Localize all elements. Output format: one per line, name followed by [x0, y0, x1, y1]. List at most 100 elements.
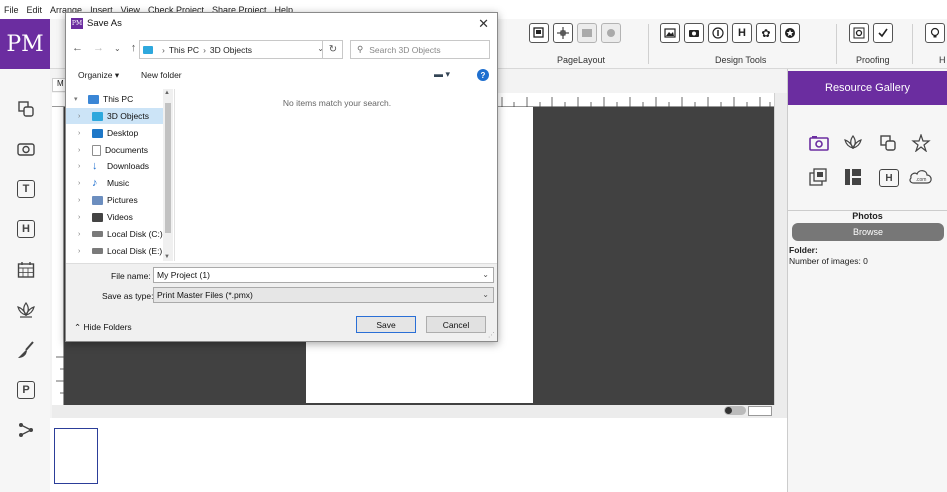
shapes-gallery-icon[interactable] — [878, 134, 898, 152]
chevron-right-icon[interactable]: › — [78, 147, 88, 154]
tree-item-downloads[interactable]: › ↓ Downloads — [66, 158, 172, 174]
text-tool-icon[interactable]: T — [17, 180, 35, 198]
music-icon: ♪ — [92, 177, 98, 189]
up-arrow-icon[interactable]: ↑ — [131, 42, 137, 54]
ribbon-separator — [836, 24, 837, 64]
organize-menu[interactable]: Organize ▾ — [78, 70, 119, 81]
save-button[interactable]: Save — [356, 316, 416, 333]
3d-objects-folder-icon — [143, 45, 153, 54]
tree-item-local-disk-c[interactable]: › Local Disk (C:) — [66, 226, 172, 242]
pane-divider[interactable] — [174, 89, 175, 261]
page-layout-icon[interactable] — [529, 23, 549, 43]
browse-button[interactable]: Browse — [792, 223, 944, 241]
scroll-down-icon[interactable]: ▼ — [164, 254, 170, 260]
menu-file[interactable]: File — [4, 5, 19, 15]
star-badge-icon[interactable] — [780, 23, 800, 43]
menu-edit[interactable]: Edit — [27, 5, 43, 15]
chevron-up-icon: ⌃ — [74, 322, 82, 332]
app-logo: PM — [0, 19, 50, 69]
search-box[interactable]: ⚲ Search 3D Objects — [350, 40, 490, 59]
flower-icon[interactable]: ✿ — [756, 23, 776, 43]
chevron-right-icon[interactable]: › — [78, 180, 88, 187]
3d-objects-icon — [92, 111, 103, 121]
folder-tree-scrollbar[interactable]: ▲ ▼ — [163, 89, 173, 261]
tree-item-local-disk-e[interactable]: › Local Disk (E:) — [66, 243, 172, 259]
tree-item-desktop[interactable]: › Desktop — [66, 125, 172, 141]
recent-locations-icon[interactable]: ⌄ — [114, 44, 121, 54]
canvas-vertical-scrollbar[interactable] — [774, 93, 787, 405]
lotus-tool-icon[interactable] — [15, 299, 37, 321]
proof-view-icon[interactable] — [849, 23, 869, 43]
refresh-icon[interactable]: ↻ — [322, 40, 343, 59]
view-options-icon[interactable]: ▬ ▾ — [434, 69, 450, 80]
spellcheck-icon[interactable] — [873, 23, 893, 43]
chevron-down-icon[interactable]: ⌄ — [482, 270, 489, 279]
chevron-right-icon[interactable]: › — [78, 163, 88, 170]
zoom-field[interactable] — [748, 406, 772, 416]
tree-item-3d-objects[interactable]: › 3D Objects — [66, 108, 172, 124]
chevron-down-icon[interactable]: ⌄ — [482, 290, 489, 299]
web-gallery-icon[interactable]: .com — [908, 168, 934, 186]
chevron-right-icon[interactable]: › — [78, 130, 88, 137]
address-bar[interactable]: › This PC › 3D Objects ⌄ — [139, 40, 343, 59]
zoom-toggle[interactable] — [724, 406, 746, 415]
cancel-button[interactable]: Cancel — [426, 316, 486, 333]
file-name-value: My Project (1) — [157, 270, 210, 280]
chevron-right-icon[interactable]: › — [78, 214, 88, 221]
chevron-right-icon[interactable]: › — [78, 113, 88, 120]
image-icon[interactable] — [660, 23, 680, 43]
new-folder-button[interactable]: New folder — [141, 70, 182, 80]
publish-tool-icon[interactable]: P — [17, 381, 35, 399]
camera-tool-icon[interactable] — [15, 138, 37, 160]
share-tool-icon[interactable] — [15, 419, 37, 441]
info-shape-icon[interactable] — [708, 23, 728, 43]
save-as-type-select[interactable]: Print Master Files (*.pmx) ⌄ — [153, 287, 494, 303]
designtools-group: H ✿ — [660, 23, 800, 43]
tree-item-videos[interactable]: › Videos — [66, 209, 172, 225]
guides-icon[interactable] — [553, 23, 573, 43]
breadcrumb-this-pc[interactable]: This PC — [169, 45, 199, 55]
proofing-group — [849, 23, 893, 43]
ribbon-separator — [648, 24, 649, 64]
camera-icon[interactable] — [684, 23, 704, 43]
resize-grip-icon[interactable]: ⋰ — [488, 331, 495, 339]
chevron-right-icon[interactable]: › — [78, 197, 88, 204]
chevron-right-icon[interactable]: › — [78, 248, 88, 255]
desktop-icon — [92, 128, 103, 138]
background-icon — [577, 23, 597, 43]
scroll-up-icon[interactable]: ▲ — [164, 90, 170, 96]
chevron-down-icon[interactable]: ▾ — [74, 95, 84, 103]
forward-arrow-icon: → — [93, 42, 104, 54]
proofing-label: Proofing — [856, 55, 890, 65]
lightbulb-icon[interactable] — [925, 23, 945, 43]
brush-tool-icon[interactable] — [15, 339, 37, 361]
hide-folders-button[interactable]: ⌃ Hide Folders — [74, 322, 132, 333]
chevron-right-icon[interactable]: › — [78, 231, 88, 238]
scrollbar-thumb[interactable] — [165, 103, 171, 233]
file-name-input[interactable]: My Project (1) ⌄ — [153, 267, 494, 283]
photos-gallery-icon[interactable] — [809, 134, 829, 152]
headline-tool-icon[interactable]: H — [17, 220, 35, 238]
headline-icon[interactable]: H — [732, 23, 752, 43]
embellishment-gallery-icon[interactable] — [911, 134, 931, 152]
videos-icon — [92, 212, 103, 222]
layers-gallery-icon[interactable] — [809, 168, 829, 186]
headline-gallery-icon[interactable]: H — [879, 169, 899, 187]
help-icon[interactable]: ? — [477, 69, 489, 81]
tree-item-music[interactable]: › ♪ Music — [66, 175, 172, 191]
tree-item-pictures[interactable]: › Pictures — [66, 192, 172, 208]
close-icon[interactable]: ✕ — [478, 16, 489, 32]
back-arrow-icon[interactable]: ← — [72, 42, 83, 54]
dialog-titlebar[interactable] — [66, 13, 497, 35]
breadcrumb-3d-objects[interactable]: 3D Objects — [210, 45, 252, 55]
page-thumbnail[interactable] — [54, 428, 98, 484]
save-as-dialog: PM Save As ✕ ← → ⌄ ↑ › This PC › 3D Obje… — [65, 12, 498, 342]
tree-item-label: Downloads — [107, 161, 150, 171]
layout-gallery-icon[interactable] — [843, 168, 863, 186]
lotus-gallery-icon[interactable] — [843, 134, 863, 152]
tree-item-this-pc[interactable]: ▾ This PC — [66, 91, 172, 107]
calendar-tool-icon[interactable] — [15, 259, 37, 281]
shapes-tool-icon[interactable] — [15, 98, 37, 120]
page-thumbnail-panel — [50, 418, 787, 492]
tree-item-documents[interactable]: › Documents — [66, 142, 172, 158]
